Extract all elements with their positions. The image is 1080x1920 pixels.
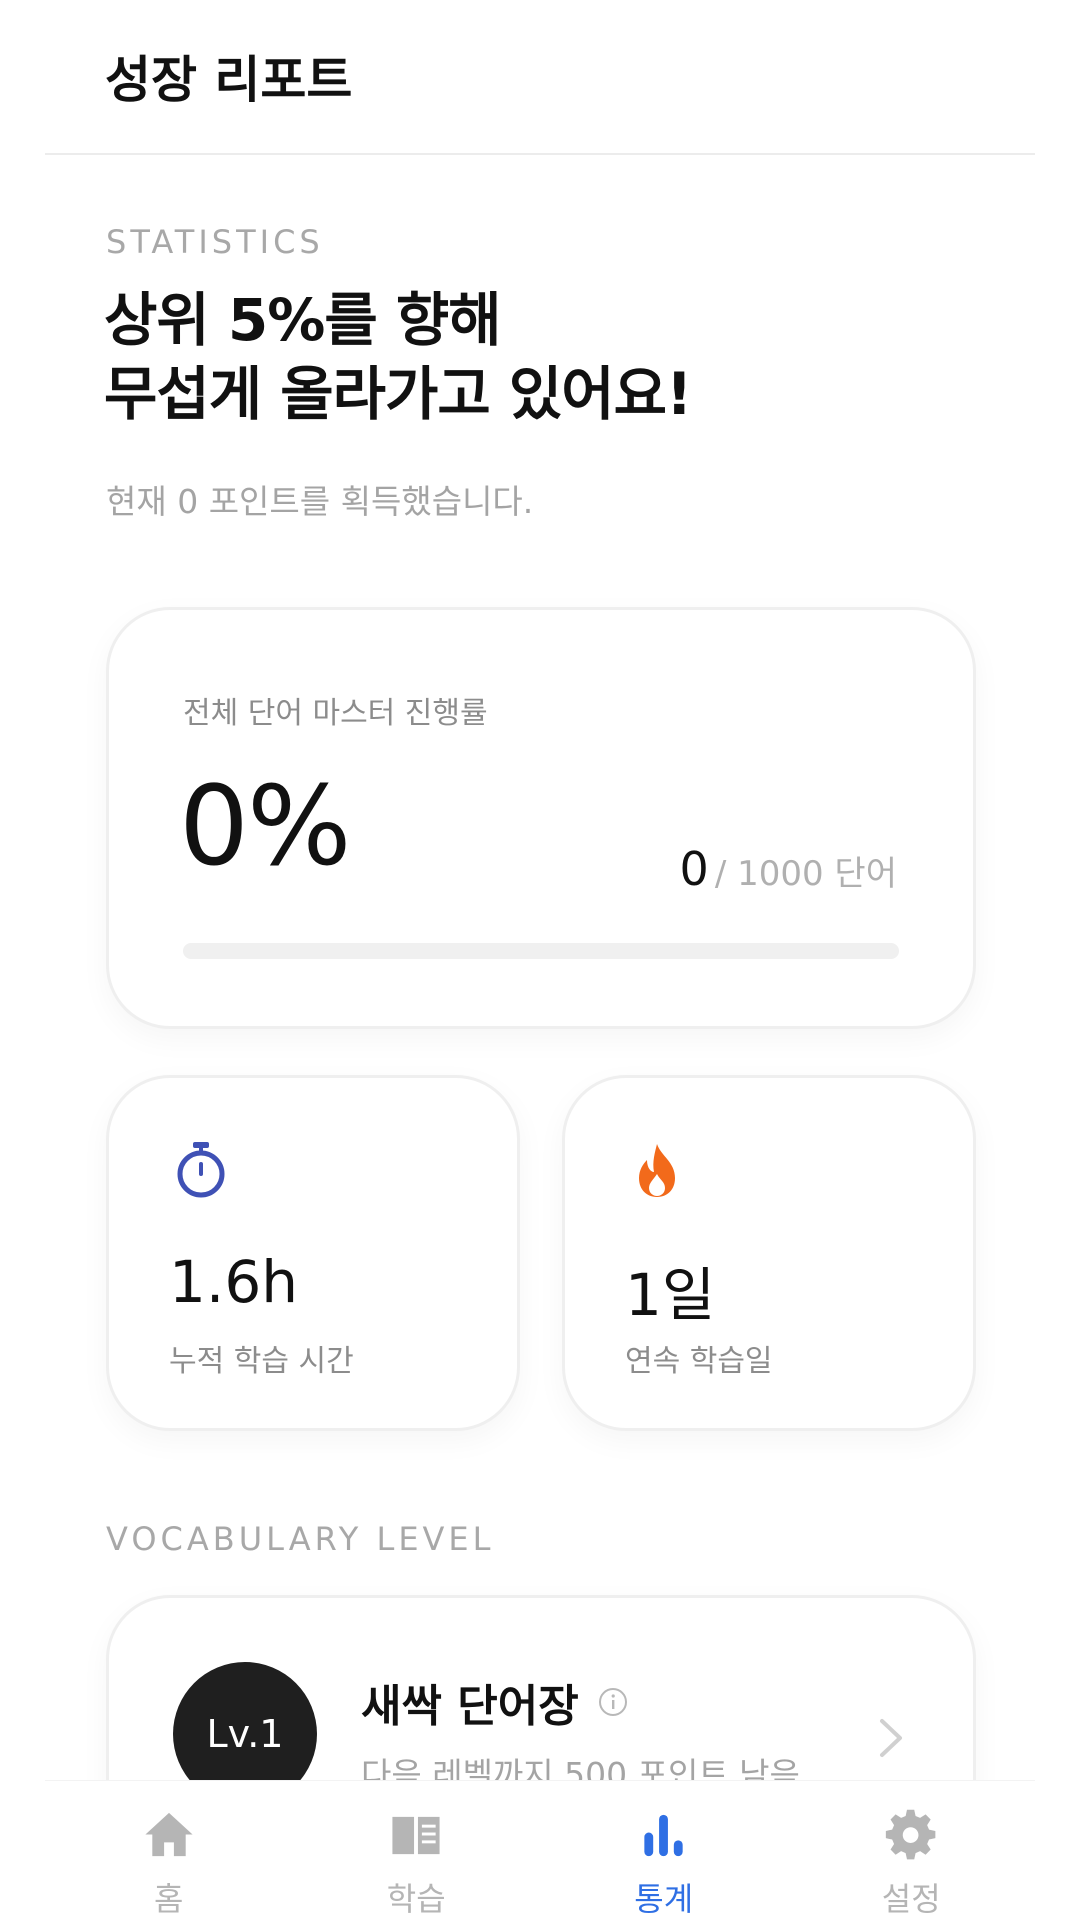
streak-value: 1일 [625, 1261, 716, 1329]
level-remaining-points: 다음 레벨까지 500 포인트 남음 [361, 1755, 800, 1780]
study-time-label: 누적 학습 시간 [169, 1344, 354, 1379]
timer-icon [177, 1142, 225, 1198]
statistics-eyebrow: STATISTICS [106, 223, 324, 261]
vocabulary-eyebrow: VOCABULARY LEVEL [106, 1520, 495, 1558]
level-title-row: 새싹 단어장 [361, 1670, 629, 1734]
app-root: 성장 리포트 STATISTICS 상위 5%를 향해 무섭게 올라가고 있어요… [0, 0, 1080, 1920]
bar-chart-icon [644, 1814, 683, 1857]
points-text: 현재 0 포인트를 획득했습니다. [106, 482, 534, 521]
statistics-headline: 상위 5%를 향해 무섭게 올라가고 있어요! [104, 283, 692, 431]
bottom-nav: 홈 학습 통계 설정 [45, 1780, 1035, 1920]
vocabulary-level-card[interactable]: Lv.1 새싹 단어장 다음 레벨까지 500 포인트 남음 [106, 1595, 976, 1780]
nav-label-study: 학습 [386, 1880, 446, 1918]
fire-icon [639, 1144, 675, 1197]
nav-label-settings: 설정 [881, 1880, 941, 1918]
headline-line-1: 상위 5%를 향해 [104, 286, 502, 354]
chevron-right-icon[interactable] [877, 1716, 905, 1760]
nav-item-home[interactable]: 홈 [45, 1781, 293, 1920]
total-words: / 1000 단어 [714, 854, 897, 894]
nav-item-stats[interactable]: 통계 [540, 1781, 788, 1920]
info-icon[interactable] [597, 1686, 629, 1718]
nav-item-settings[interactable]: 설정 [788, 1781, 1036, 1920]
level-title: 새싹 단어장 [361, 1681, 579, 1732]
mastered-count: 0 [679, 842, 709, 896]
page-title: 성장 리포트 [105, 51, 353, 109]
scroll-content[interactable]: STATISTICS 상위 5%를 향해 무섭게 올라가고 있어요! 현재 0 … [0, 155, 1080, 1780]
progress-label: 전체 단어 마스터 진행률 [183, 696, 488, 731]
nav-label-home: 홈 [154, 1880, 184, 1918]
book-icon [392, 1816, 440, 1855]
nav-label-stats: 통계 [634, 1880, 694, 1918]
streak-label: 연속 학습일 [625, 1344, 773, 1379]
gear-icon [886, 1809, 936, 1860]
mastery-progress-card: 전체 단어 마스터 진행률 0% 0/ 1000 단어 [106, 607, 976, 1029]
headline-line-2: 무섭게 올라가고 있어요! [104, 360, 692, 428]
progress-percent: 0% [179, 762, 352, 890]
nav-item-study[interactable]: 학습 [293, 1781, 541, 1920]
level-badge: Lv.1 [173, 1662, 317, 1780]
progress-count: 0/ 1000 단어 [680, 842, 897, 896]
header: 성장 리포트 [45, 0, 1035, 155]
study-time-value: 1.6h [169, 1248, 298, 1316]
study-time-card: 1.6h 누적 학습 시간 [106, 1075, 520, 1431]
progress-bar [183, 943, 899, 959]
home-icon [145, 1812, 193, 1857]
streak-card: 1일 연속 학습일 [562, 1075, 976, 1431]
